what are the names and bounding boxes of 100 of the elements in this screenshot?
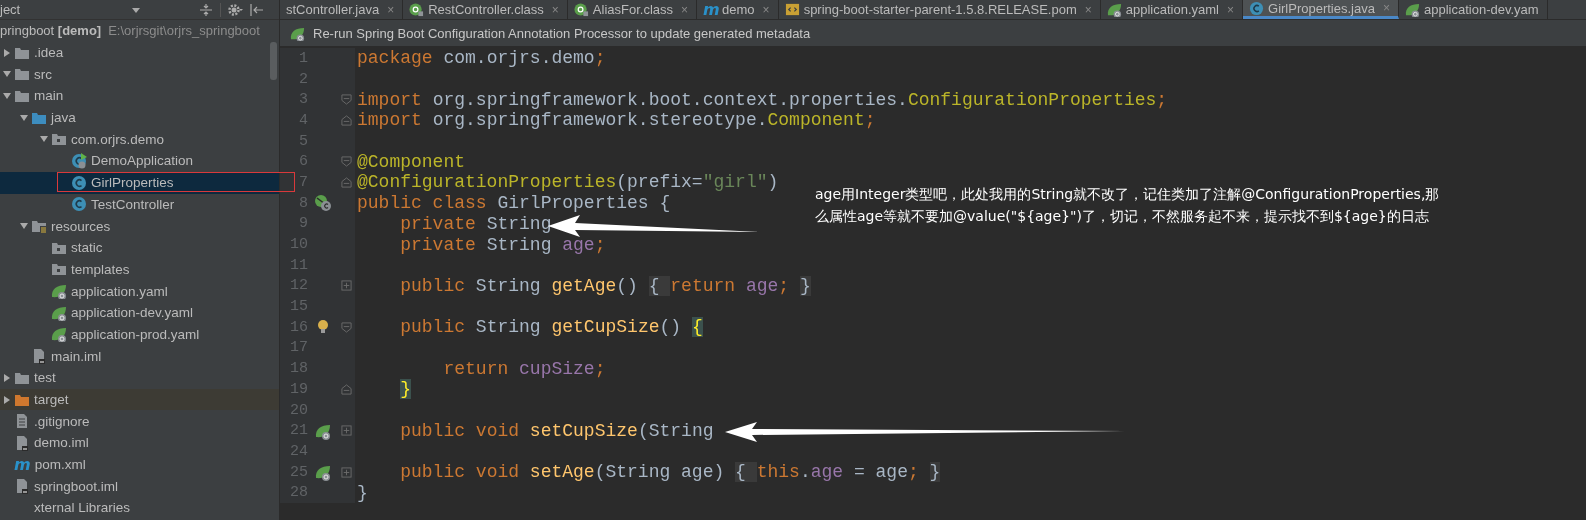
class-icon	[1249, 0, 1264, 16]
close-icon[interactable]: ×	[551, 2, 559, 17]
tree-item[interactable]: target	[0, 388, 279, 411]
tree-item[interactable]: application-prod.yaml	[0, 323, 279, 346]
editor-tab[interactable]: GirlProperties.java ×	[1243, 0, 1399, 19]
item-label: target	[34, 392, 69, 408]
tree-item[interactable]: GirlProperties	[0, 171, 279, 194]
tree-item[interactable]: .gitignore	[0, 410, 279, 433]
code-line: return cupSize;	[442, 358, 606, 379]
item-label: pom.xml	[34, 457, 86, 473]
annotation-text: age用Integer类型吧，此处我用的String就不改了，记住类加了注解@ConfigurationProperties,那	[815, 185, 1440, 204]
item-label: application.yaml	[71, 283, 168, 299]
tree-item[interactable]: main.iml	[0, 345, 279, 367]
folder-icon	[14, 66, 30, 83]
code-line: public String getCupSize() {	[399, 317, 703, 338]
item-label: resources	[51, 218, 111, 234]
item-label: DemoApplication	[91, 153, 194, 169]
tree-item[interactable]: templates	[0, 258, 279, 281]
tree-item[interactable]: resources	[0, 215, 279, 237]
tree-item[interactable]: static	[0, 236, 279, 259]
maven-icon: m	[703, 2, 719, 17]
file-icon	[14, 434, 30, 451]
annotation-icon	[409, 2, 425, 17]
code-line: }	[357, 482, 368, 503]
package-icon	[51, 131, 67, 148]
resources-folder-icon	[31, 218, 47, 235]
item-label: main	[34, 88, 64, 104]
code-line: @Component	[357, 151, 466, 172]
editor-tab[interactable]: m demo ×	[697, 0, 779, 19]
tree-item[interactable]: java	[0, 106, 279, 129]
fold-icon	[341, 176, 352, 188]
item-label: GirlProperties	[91, 175, 174, 191]
fold-icon	[341, 321, 352, 333]
editor-tab[interactable]: RestController.class ×	[403, 0, 568, 19]
item-label: .gitignore	[34, 413, 90, 429]
code-line: private String	[399, 213, 552, 234]
spring-leaf-icon	[314, 463, 332, 482]
tree-item[interactable]: com.orjrs.demo	[0, 128, 279, 151]
tree-item[interactable]: demo.iml	[0, 432, 279, 454]
file-icon	[14, 413, 30, 430]
item-label: .idea	[34, 45, 64, 61]
spring-leaf-icon	[51, 304, 67, 321]
tree-item[interactable]: m pom.xml	[0, 453, 279, 476]
code-line: private String age;	[399, 234, 606, 255]
expand-arrow-icon[interactable]	[0, 90, 14, 101]
close-icon[interactable]: ×	[681, 2, 689, 17]
close-icon[interactable]: ×	[387, 2, 395, 17]
file-icon	[14, 478, 30, 495]
editor-tab[interactable]: stController.java ×	[280, 0, 404, 19]
editor-tab[interactable]: AliasFor.class ×	[567, 0, 698, 19]
class-icon	[71, 196, 87, 213]
hide-panel-icon[interactable]	[249, 2, 265, 17]
tree-item[interactable]: application-dev.yaml	[0, 301, 279, 324]
project-path: E:\orjrsgit\orjrs_springboot	[108, 23, 260, 39]
fold-icon	[341, 114, 352, 126]
spring-leaf-icon	[51, 283, 67, 300]
editor-tab[interactable]: application-dev.yam	[1398, 0, 1548, 19]
tree-item[interactable]: springboot.iml	[0, 475, 279, 498]
fold-icon	[341, 156, 352, 168]
tree-item[interactable]: src	[0, 63, 279, 86]
close-icon[interactable]: ×	[762, 2, 770, 17]
settings-icon[interactable]	[227, 2, 243, 17]
panel-title[interactable]: ject	[0, 2, 125, 17]
spring-leaf-icon	[1106, 2, 1122, 17]
item-label: test	[34, 370, 56, 386]
code-line: import org.springframework.stereotype.Component;	[357, 110, 876, 131]
item-label: application-prod.yaml	[71, 326, 200, 342]
tree-item[interactable]: TestController	[0, 193, 279, 216]
code-line: public String getAge() { return age; }	[399, 275, 811, 296]
item-label: demo.iml	[34, 435, 89, 451]
code-line: import org.springframework.boot.context.properties.ConfigurationProperties;	[357, 89, 1168, 110]
item-label: java	[51, 110, 76, 126]
code-line: public class GirlProperties {	[357, 193, 671, 214]
tree-item[interactable]: test	[0, 367, 279, 389]
close-icon[interactable]: ×	[1227, 2, 1234, 17]
maven-icon: m	[14, 456, 31, 473]
project-name[interactable]: pringboot [demo]	[0, 23, 102, 39]
code-line: public void setAge(String age) { this.age = age; }	[399, 462, 941, 483]
close-icon[interactable]: ×	[1084, 2, 1092, 17]
item-label: com.orjrs.demo	[71, 131, 165, 147]
editor-tab[interactable]: spring-boot-starter-parent-1.5.8.RELEASE.pom ×	[778, 0, 1101, 19]
item-label: src	[34, 66, 52, 82]
annotation-icon	[573, 2, 589, 17]
item-label: springboot.iml	[34, 478, 119, 494]
scrollbar[interactable]	[270, 42, 277, 80]
tree-item[interactable]: application.yaml	[0, 280, 279, 302]
tree-item[interactable]: DemoApplication	[0, 150, 279, 172]
tree-item[interactable]: .idea	[0, 41, 279, 64]
spring-leaf-icon	[290, 25, 305, 41]
item-label: xternal Libraries	[34, 500, 131, 516]
spring-leaf-icon	[51, 326, 67, 343]
file-icon	[31, 348, 47, 365]
collapse-all-icon[interactable]	[198, 2, 214, 17]
tree-item[interactable]: main	[0, 85, 279, 107]
fold-icon	[341, 94, 352, 106]
item-label: static	[71, 240, 103, 256]
spring-leaf-icon	[1404, 2, 1420, 17]
expand-arrow-icon[interactable]	[17, 112, 31, 123]
tree-item[interactable]: xternal Libraries	[0, 497, 279, 519]
code-line: package com.orjrs.demo;	[357, 48, 606, 69]
